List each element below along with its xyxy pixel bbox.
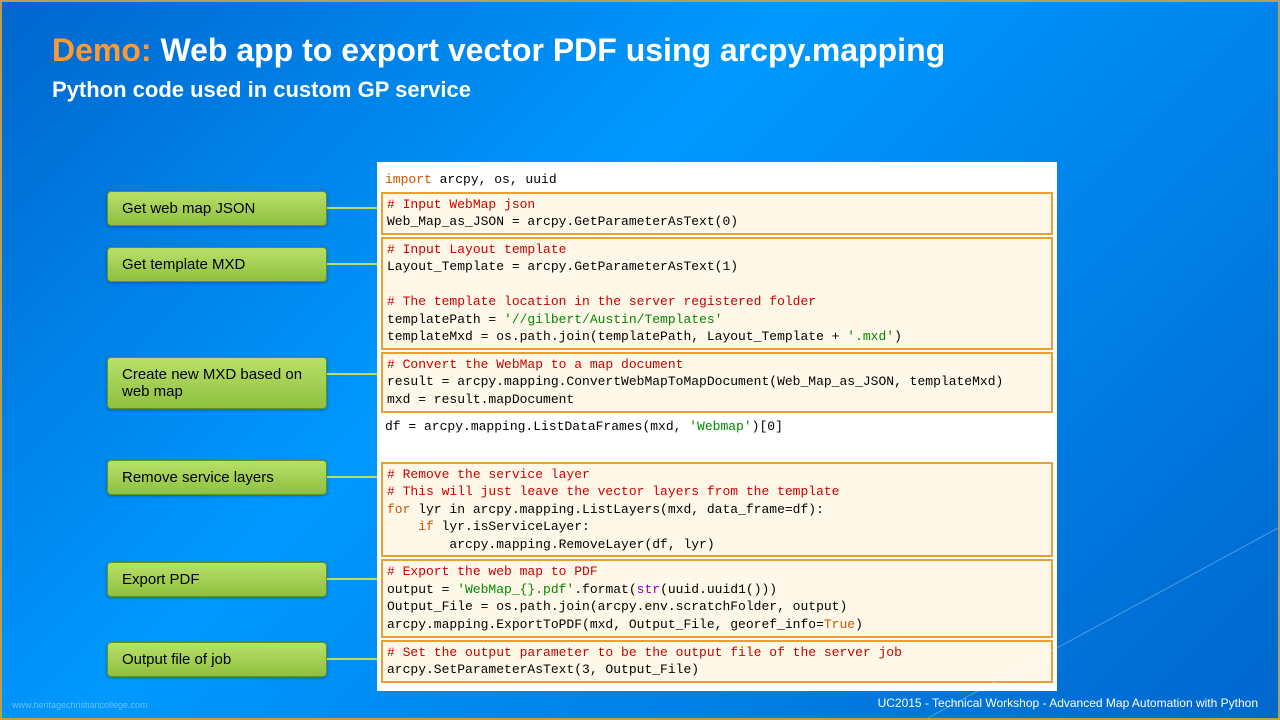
label-box-2: Create new MXD based on web map [107,357,327,409]
code-line-df: df = arcpy.mapping.ListDataFrames(mxd, '… [377,415,1057,439]
code-panel: import arcpy, os, uuid # Input WebMap js… [377,162,1057,691]
code-block-3: # Convert the WebMap to a map document r… [381,352,1053,413]
label-box-1: Get template MXD [107,247,327,282]
connector-1 [327,263,377,265]
label-box-3: Remove service layers [107,460,327,495]
connector-3 [327,476,377,478]
title-main: Web app to export vector PDF using arcpy… [160,32,945,68]
connector-5 [327,658,377,660]
code-block-1: # Input WebMap json Web_Map_as_JSON = ar… [381,192,1053,235]
code-block-6: # Set the output parameter to be the out… [381,640,1053,683]
label-box-4: Export PDF [107,562,327,597]
connector-2 [327,373,377,375]
code-block-5: # Export the web map to PDF output = 'We… [381,559,1053,637]
label-box-5: Output file of job [107,642,327,677]
code-block-4: # Remove the service layer # This will j… [381,462,1053,558]
slide-footer: UC2015 - Technical Workshop - Advanced M… [878,696,1258,710]
watermark: www.heritagechristiancollege.com [12,700,148,710]
connector-0 [327,207,377,209]
slide-title: Demo: Web app to export vector PDF using… [52,32,1228,69]
slide-subtitle: Python code used in custom GP service [52,77,1228,103]
code-block-2: # Input Layout template Layout_Template … [381,237,1053,350]
title-prefix: Demo: [52,32,160,68]
slide-header: Demo: Web app to export vector PDF using… [2,2,1278,113]
connector-4 [327,578,377,580]
code-import: import arcpy, os, uuid [377,168,1057,192]
label-box-0: Get web map JSON [107,191,327,226]
